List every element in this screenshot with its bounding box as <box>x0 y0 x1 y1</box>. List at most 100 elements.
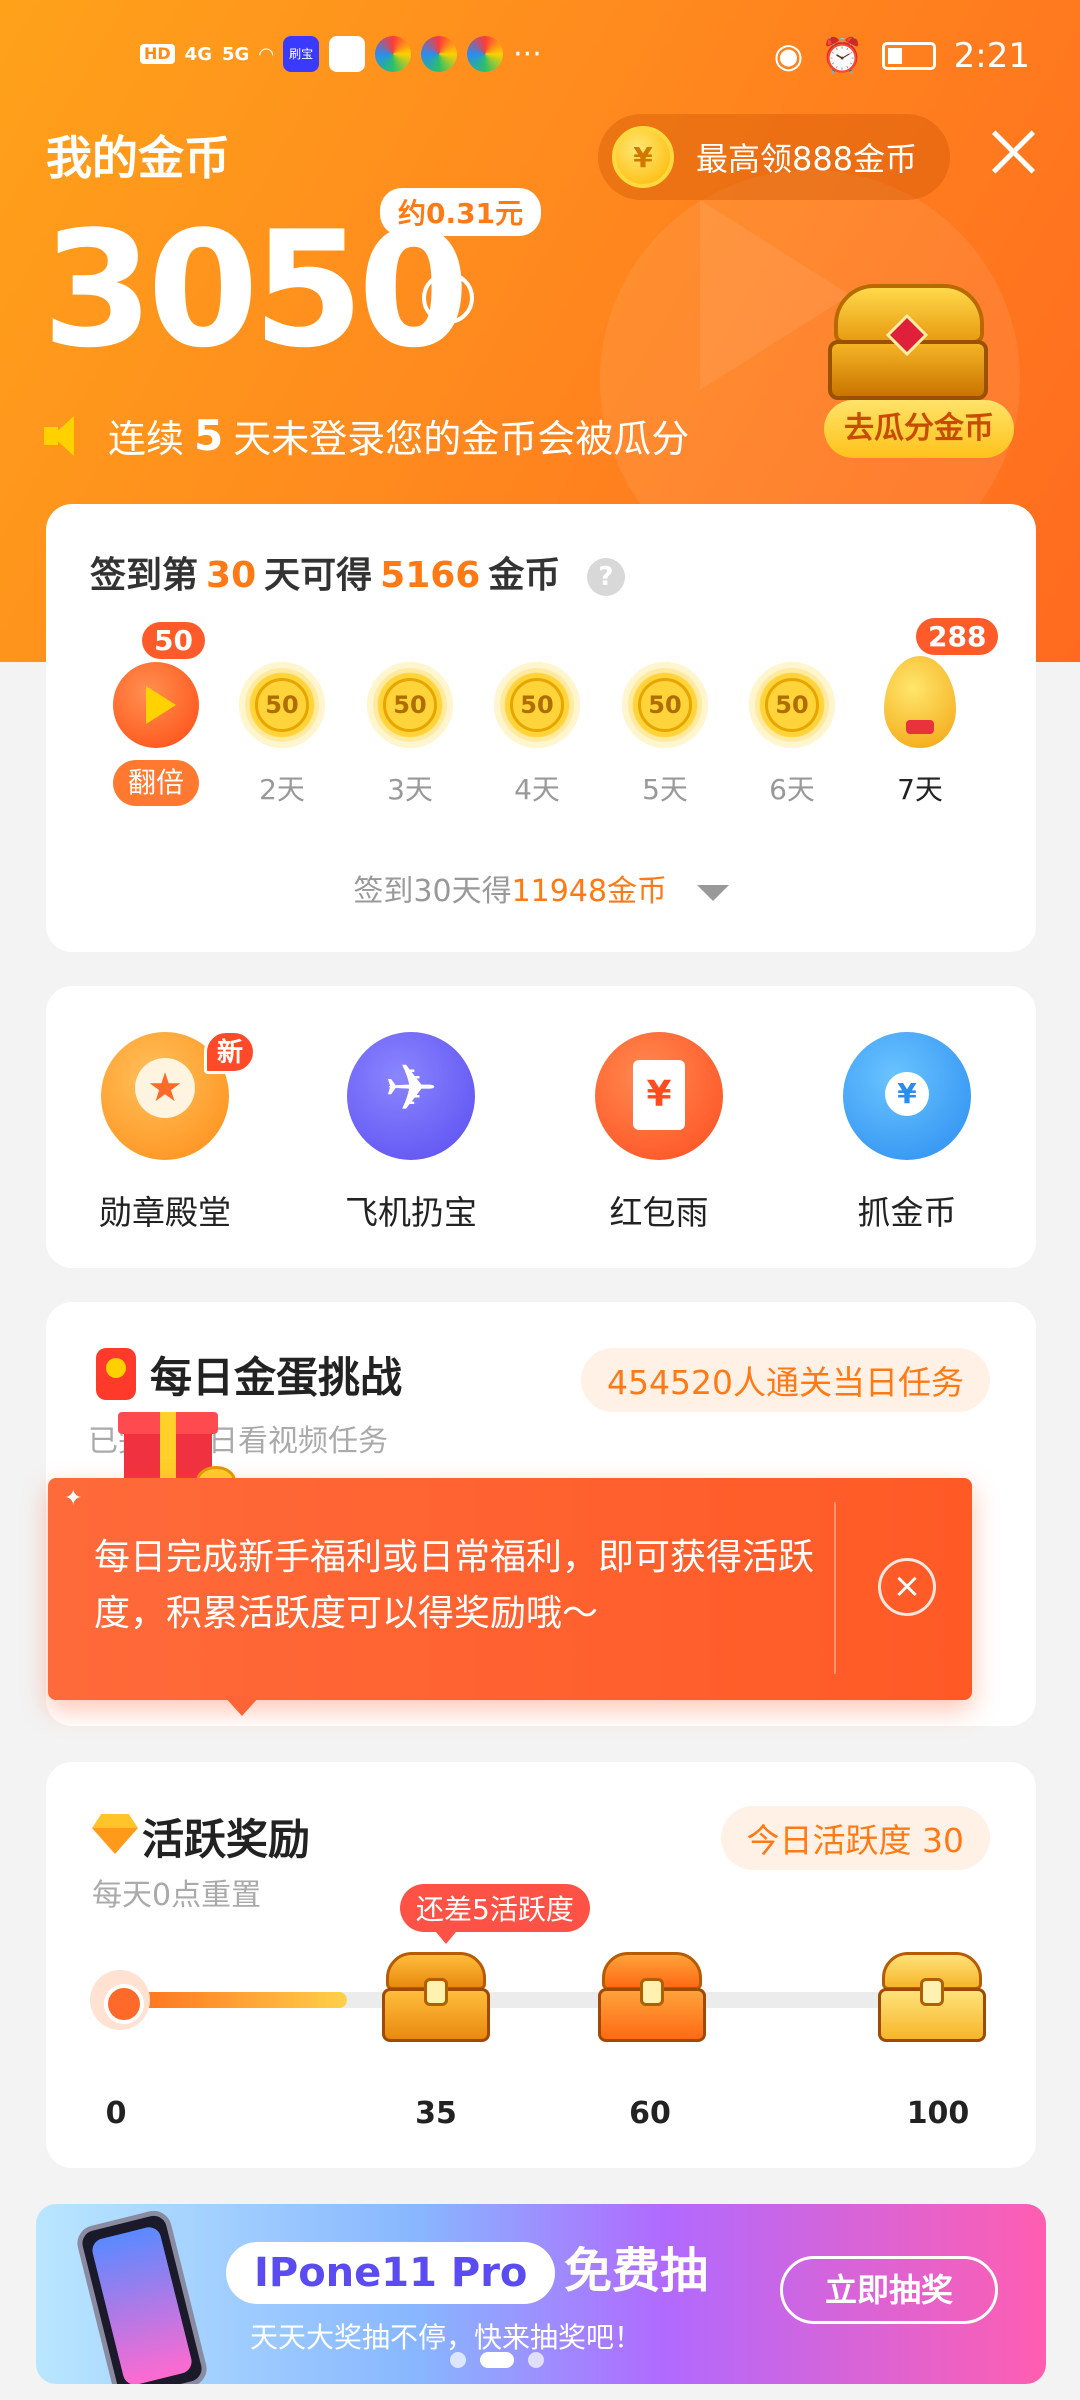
status-left: HD 4G 5G ◠ 刷宝 ··· <box>140 36 542 72</box>
coin-icon: 50 <box>749 662 835 748</box>
coin-icon: ¥ <box>612 126 674 188</box>
banner-pagination <box>450 2352 544 2368</box>
status-bar: HD 4G 5G ◠ 刷宝 ··· ◉ ⏰ 2:21 <box>0 30 1080 100</box>
draw-now-button[interactable]: 立即抽奖 <box>780 2256 998 2324</box>
banner-free-label: 免费抽 <box>564 2243 709 2299</box>
close-icon[interactable]: × <box>878 1558 936 1616</box>
sign-in-card: 签到第 30 天可得 5166 金币 ? 翻倍 50 2天 50 3天 50 4天 50… <box>46 504 1036 952</box>
sign-day[interactable]: 50 3天 <box>362 662 458 808</box>
new-badge: 新 <box>204 1030 256 1074</box>
sign-title-day: 30 <box>206 555 257 596</box>
feature-grab-coins[interactable]: 抓金币 <box>812 1032 1002 1234</box>
features-card: 勋章殿堂 飞机扔宝 红包雨 抓金币 <box>46 986 1036 1268</box>
golden-egg-icon <box>884 656 956 748</box>
expand-icon[interactable] <box>696 884 729 901</box>
today-activity-badge: 今日活跃度 30 <box>720 1806 990 1870</box>
eye-icon: ◉ <box>773 36 804 76</box>
app-notification-icon <box>375 36 412 72</box>
progress-start-dot <box>90 1970 150 2030</box>
feature-label: 抓金币 <box>857 1193 957 1232</box>
sign-day[interactable]: 50 4天 <box>489 662 585 808</box>
warning-suffix: 天未登录您的金币会被瓜分 <box>233 417 690 461</box>
diamond-icon <box>92 1814 138 1854</box>
chevron-right-icon[interactable]: › <box>422 272 474 324</box>
progress-tick: 100 <box>906 2096 970 2131</box>
coin-value: 50 <box>765 678 819 732</box>
plane-icon <box>347 1032 475 1160</box>
page-dot[interactable] <box>528 2352 544 2368</box>
sign-day[interactable]: 50 6天 <box>744 662 840 808</box>
status-right: ◉ ⏰ 2:21 <box>774 36 1030 76</box>
phone-image <box>73 2207 211 2384</box>
page-title: 我的金币 <box>46 131 230 185</box>
sign-day[interactable]: 50 5天 <box>617 662 713 808</box>
participants-badge: 454520人通关当日任务 <box>581 1348 990 1412</box>
feature-label: 勋章殿堂 <box>99 1193 231 1232</box>
sign-in-summary[interactable]: 签到30天得11948金币 <box>46 866 1036 910</box>
signal-5g-icon: 5G <box>221 43 250 65</box>
speaker-icon <box>44 415 88 456</box>
tooltip-popup: ✦ 每日完成新手福利或日常福利，即可获得活跃度，积累活跃度可以得奖励哦～ × <box>48 1478 972 1716</box>
summary-coins: 11948金币 <box>511 874 668 909</box>
coin-icon: 50 <box>367 662 453 748</box>
sign-title-text: 天可得 <box>264 555 373 596</box>
warning-prefix: 连续 <box>108 417 185 461</box>
page-dot-active[interactable] <box>480 2352 514 2368</box>
treasure-chest-icon[interactable] <box>820 280 996 420</box>
divider <box>834 1502 836 1674</box>
sign-title-text: 金币 <box>488 555 561 596</box>
day-label: 3天 <box>387 773 433 806</box>
coin-value: 50 <box>510 678 564 732</box>
final-reward-badge: 288 <box>916 618 999 655</box>
day-label: 5天 <box>642 773 688 806</box>
battery-icon <box>881 42 936 70</box>
double-reward-badge: 50 <box>142 622 205 659</box>
coin-icon: 50 <box>239 662 325 748</box>
sign-day-double[interactable]: 翻倍 <box>108 662 204 806</box>
sign-day-final[interactable]: 7天 <box>872 656 968 808</box>
close-icon[interactable] <box>985 124 1041 180</box>
banner-product: IPone11 Pro <box>226 2242 556 2304</box>
activity-reward-card: 活跃奖励 每天0点重置 今日活跃度 30 还差5活跃度 0 35 60 100 <box>46 1762 1036 2168</box>
tooltip-tail <box>224 1696 260 1716</box>
sign-day[interactable]: 50 2天 <box>234 662 330 808</box>
feature-plane-drop[interactable]: 飞机扔宝 <box>316 1032 506 1234</box>
feature-red-packet-rain[interactable]: 红包雨 <box>564 1032 754 1234</box>
app-notification-icon <box>329 36 366 72</box>
progress-tick: 0 <box>105 2096 127 2131</box>
alarm-icon: ⏰ <box>821 36 864 76</box>
day-label: 6天 <box>769 773 815 806</box>
page-dot[interactable] <box>450 2352 466 2368</box>
reward-chest-35[interactable] <box>382 1952 490 2044</box>
help-icon[interactable]: ? <box>586 558 625 596</box>
activity-subtitle: 每天0点重置 <box>92 1878 262 1913</box>
signal-icon: 4G <box>184 43 212 65</box>
max-reward-label: 最高领888金币 <box>696 140 918 178</box>
coin-icon: 50 <box>494 662 580 748</box>
warning-days: 5 <box>194 411 224 460</box>
claw-icon <box>843 1032 971 1160</box>
progress-tick: 60 <box>629 2096 671 2131</box>
reward-chest-100[interactable] <box>878 1952 986 2044</box>
hd-icon: HD <box>140 44 175 64</box>
progress-tick: 35 <box>415 2096 457 2131</box>
day-label: 4天 <box>514 773 560 806</box>
reward-chest-60[interactable] <box>598 1952 706 2044</box>
activity-title: 活跃奖励 <box>142 1815 311 1864</box>
more-notifications-icon: ··· <box>513 36 542 72</box>
coin-value: 50 <box>255 678 309 732</box>
coin-icon: 50 <box>622 662 708 748</box>
tooltip-text: 每日完成新手福利或日常福利，即可获得活跃度，积累活跃度可以得奖励哦～ <box>94 1537 815 1634</box>
clock: 2:21 <box>953 36 1030 76</box>
activity-needed-badge: 还差5活跃度 <box>400 1884 590 1944</box>
day-label: 7天 <box>897 773 943 806</box>
share-coins-button[interactable]: 去瓜分金币 <box>824 400 1014 458</box>
summary-text: 签到30天得 <box>353 874 512 909</box>
coin-value: 50 <box>383 678 437 732</box>
max-reward-button[interactable]: ¥ 最高领888金币 <box>598 114 950 200</box>
red-packet-icon <box>595 1032 723 1160</box>
approx-value-badge: 约0.31元 <box>380 188 542 236</box>
feature-label: 飞机扔宝 <box>345 1193 477 1232</box>
coin-value: 50 <box>638 678 692 732</box>
activity-progress-fill <box>118 1992 347 2008</box>
